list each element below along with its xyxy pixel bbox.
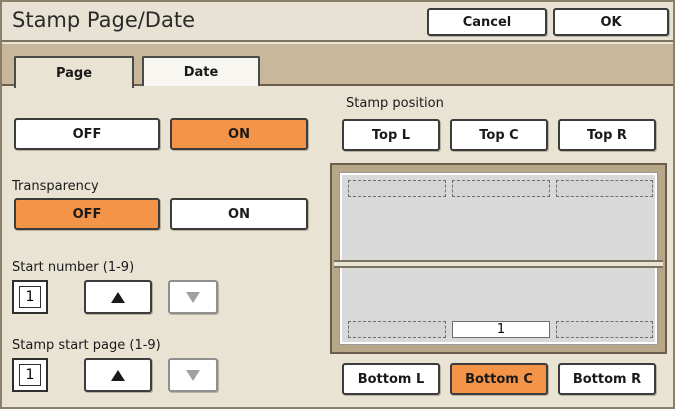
position-top-c-button[interactable]: Top C (450, 119, 548, 151)
start-number-decrement-button[interactable] (168, 280, 218, 314)
slot-top-l (348, 180, 446, 197)
tab-strip: Page Date (2, 44, 673, 88)
stamp-on-button[interactable]: ON (170, 118, 308, 150)
ok-button[interactable]: OK (553, 8, 669, 36)
slot-top-c (452, 180, 550, 197)
transparency-off-button[interactable]: OFF (14, 198, 160, 230)
stamp-start-page-increment-button[interactable] (84, 358, 152, 392)
arrow-down-icon (186, 291, 200, 303)
start-number-label: Start number (1-9) (12, 260, 135, 275)
tab-date[interactable]: Date (142, 56, 260, 86)
stamp-start-page-label: Stamp start page (1-9) (12, 338, 161, 353)
position-top-l-button[interactable]: Top L (342, 119, 440, 151)
arrow-down-icon (186, 369, 200, 381)
page-preview-sheet: 1 (334, 172, 663, 345)
position-bottom-l-button[interactable]: Bottom L (342, 363, 440, 395)
stamp-start-page-decrement-button[interactable] (168, 358, 218, 392)
position-top-r-button[interactable]: Top R (558, 119, 656, 151)
slot-bottom-l (348, 321, 446, 338)
page-preview: 1 (330, 163, 667, 354)
arrow-up-icon (111, 291, 125, 303)
start-number-value: 1 (19, 286, 41, 308)
start-number-field: 1 (12, 280, 48, 314)
page-fold-divider (334, 260, 663, 268)
arrow-up-icon (111, 369, 125, 381)
position-bottom-r-button[interactable]: Bottom R (558, 363, 656, 395)
stamp-position-label: Stamp position (346, 96, 444, 111)
tab-page[interactable]: Page (14, 56, 134, 88)
stamp-off-button[interactable]: OFF (14, 118, 160, 150)
start-number-increment-button[interactable] (84, 280, 152, 314)
stamp-start-page-value: 1 (19, 364, 41, 386)
slot-top-r (556, 180, 653, 197)
slot-bottom-c: 1 (452, 321, 550, 338)
transparency-label: Transparency (12, 179, 99, 194)
cancel-button[interactable]: Cancel (427, 8, 547, 36)
transparency-on-button[interactable]: ON (170, 198, 308, 230)
position-bottom-c-button[interactable]: Bottom C (450, 363, 548, 395)
stamp-page-date-dialog: Stamp Page/Date Cancel OK Page Date OFF … (0, 0, 675, 409)
slot-bottom-r (556, 321, 653, 338)
stamp-start-page-field: 1 (12, 358, 48, 392)
title-bar: Stamp Page/Date Cancel OK (2, 2, 673, 42)
dialog-title: Stamp Page/Date (12, 8, 196, 32)
